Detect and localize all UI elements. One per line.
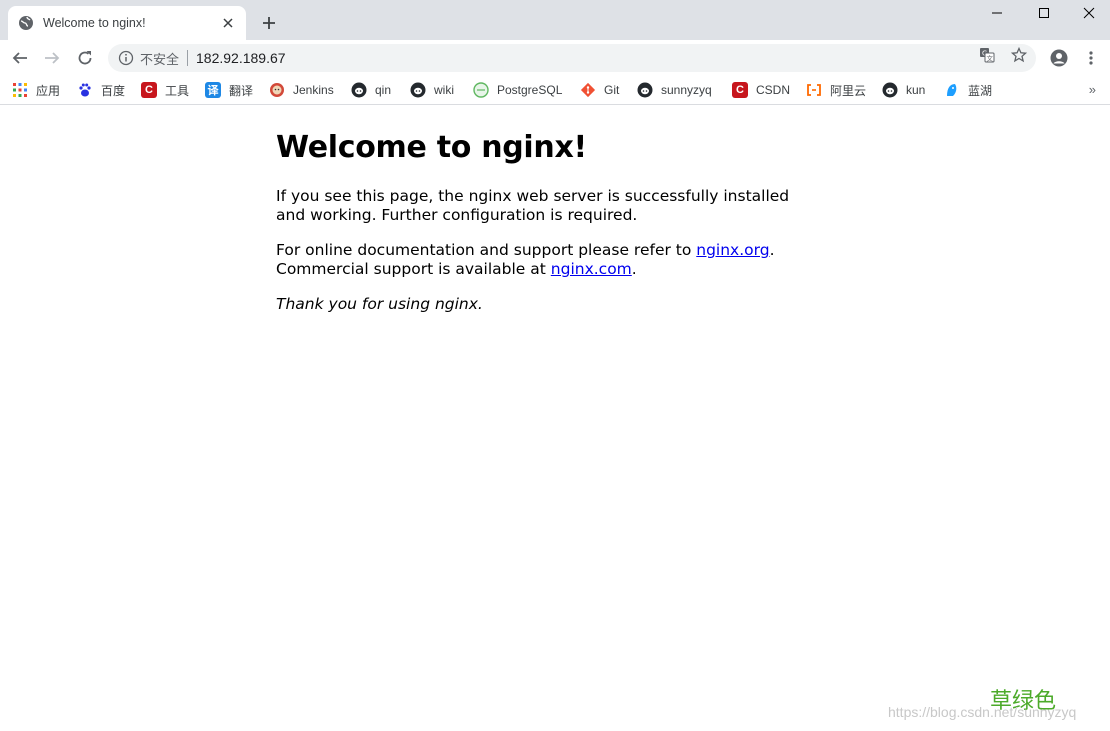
baidu-paw-icon <box>77 82 93 98</box>
bookmark-label: Git <box>604 83 620 97</box>
translate-page-icon[interactable]: G文 <box>978 46 996 64</box>
close-icon[interactable] <box>1066 0 1110 26</box>
omnibox-separator <box>187 50 189 66</box>
intro-paragraph: If you see this page, the nginx web serv… <box>276 187 790 224</box>
bookmark-label: kun <box>906 83 926 97</box>
bookmark-label: 蓝湖 <box>968 83 993 98</box>
bookmark-label: PostgreSQL <box>497 83 563 97</box>
maximize-icon[interactable] <box>1021 0 1067 26</box>
bookmark-label: 应用 <box>36 83 61 98</box>
minimize-icon[interactable] <box>974 0 1020 26</box>
back-arrow-icon[interactable] <box>6 44 34 72</box>
bookmark-qin[interactable]: qin <box>351 80 391 100</box>
docs-paragraph: For online documentation and support ple… <box>276 241 796 279</box>
bookmark-csdn[interactable]: C CSDN <box>732 80 790 100</box>
github-icon <box>882 82 898 98</box>
bookmark-label: CSDN <box>756 83 791 97</box>
bookmark-label: 翻译 <box>229 83 254 98</box>
bookmark-label: 百度 <box>101 83 126 98</box>
forward-arrow-icon[interactable] <box>38 44 66 72</box>
nginx-welcome-page: Welcome to nginx! If you see this page, … <box>276 130 796 330</box>
postgresql-icon <box>473 82 489 98</box>
bookmark-git[interactable]: Git <box>580 80 619 100</box>
bookmark-sunnyzyq[interactable]: sunnyzyq <box>637 80 712 100</box>
reload-icon[interactable] <box>71 44 99 72</box>
apps-grid-icon <box>12 82 28 98</box>
bookmark-label: 工具 <box>165 83 190 98</box>
git-icon <box>580 82 596 98</box>
github-icon <box>351 82 367 98</box>
security-label[interactable]: 不安全 <box>140 49 179 68</box>
lanhu-icon <box>944 82 960 98</box>
bookmark-label: wiki <box>434 83 454 97</box>
csdn-c-icon: C <box>732 82 748 98</box>
globe-icon <box>18 15 34 31</box>
nginx-com-link[interactable]: nginx.com <box>551 260 632 278</box>
new-tab-plus-icon[interactable] <box>258 12 280 34</box>
bookmark-postgresql[interactable]: PostgreSQL <box>473 80 562 100</box>
thanks-text: Thank you for using nginx. <box>276 295 483 313</box>
bookmark-label: Jenkins <box>293 83 334 97</box>
translate-icon: 译 <box>205 82 221 98</box>
page-heading: Welcome to nginx! <box>276 130 587 165</box>
menu-kebab-icon[interactable] <box>1077 44 1105 72</box>
bookmark-translate[interactable]: 译 翻译 <box>205 80 253 100</box>
bookmark-baidu[interactable]: 百度 <box>77 80 125 100</box>
url-text[interactable]: 182.92.189.67 <box>196 50 286 66</box>
commercial-text: Commercial support is available at <box>276 260 551 278</box>
github-icon <box>410 82 426 98</box>
bookmark-label: 阿里云 <box>830 83 867 98</box>
commercial-period: . <box>631 260 637 278</box>
address-bar[interactable]: 不安全 182.92.189.67 <box>108 44 1036 72</box>
tab-strip: Welcome to nginx! <box>0 0 1110 40</box>
bookmark-label: qin <box>375 83 392 97</box>
tab-title: Welcome to nginx! <box>43 16 146 30</box>
bookmark-jenkins[interactable]: Jenkins <box>269 80 334 100</box>
github-icon <box>637 82 653 98</box>
profile-avatar-icon[interactable] <box>1045 44 1073 72</box>
thanks-paragraph: Thank you for using nginx. <box>276 295 796 314</box>
nginx-org-link[interactable]: nginx.org <box>696 241 769 259</box>
jenkins-icon <box>269 82 285 98</box>
bookmark-star-icon[interactable] <box>1010 46 1028 64</box>
bookmarks-bar: 应用 百度 C 工具 译 翻译 Jenkins qin wiki Postgre… <box>0 76 1110 105</box>
bookmark-label: sunnyzyq <box>661 83 712 97</box>
bookmark-kun[interactable]: kun <box>882 80 925 100</box>
bookmark-wiki[interactable]: wiki <box>410 80 454 100</box>
bookmark-tools[interactable]: C 工具 <box>141 80 189 100</box>
bookmark-apps[interactable]: 应用 <box>12 80 60 100</box>
bookmarks-overflow-chevron-icon[interactable]: » <box>1089 82 1096 97</box>
info-icon[interactable] <box>118 50 134 66</box>
browser-toolbar: 不安全 182.92.189.67 G文 <box>0 40 1110 76</box>
bookmark-lanhu[interactable]: 蓝湖 <box>944 80 992 100</box>
docs-period: . <box>769 241 775 259</box>
browser-tab[interactable]: Welcome to nginx! <box>8 6 246 40</box>
svg-text:文: 文 <box>987 54 994 63</box>
docs-text: For online documentation and support ple… <box>276 241 697 259</box>
bookmark-aliyun[interactable]: 阿里云 <box>806 80 866 100</box>
tab-close-icon[interactable] <box>220 15 236 31</box>
watermark-url-text: https://blog.csdn.net/sunnyzyq <box>888 704 1077 720</box>
csdn-c-icon: C <box>141 82 157 98</box>
aliyun-icon <box>806 82 822 98</box>
